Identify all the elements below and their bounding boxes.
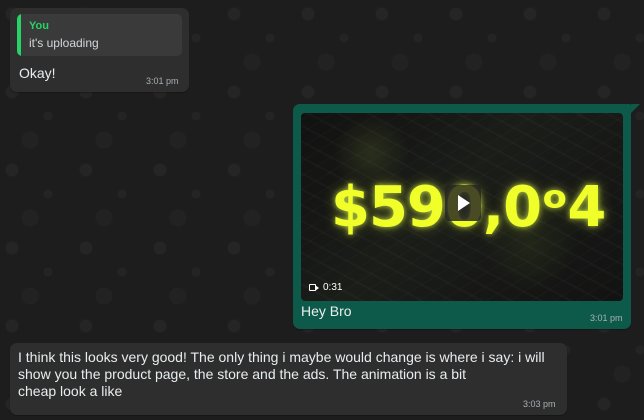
quote-accent-bar [17,14,21,56]
play-button[interactable] [445,185,481,221]
message-bubble-reply[interactable]: You it's uploading Okay! 3:01 pm [10,8,189,92]
video-camera-icon [309,283,319,292]
video-thumbnail[interactable]: $590,0ᵒ4 0:31 [301,113,623,301]
message-line: show you the product page, the store and… [18,366,467,382]
quoted-text: it's uploading [29,36,99,50]
message-text: I think this looks very good! The only t… [18,349,558,400]
play-icon [458,195,470,211]
video-duration: 0:31 [323,282,343,293]
message-time: 3:01 pm [146,76,179,86]
message-text: Okay! [19,65,56,81]
outgoing-bubble-tail [631,104,640,113]
message-time: 3:01 pm [590,313,623,323]
message-bubble-video[interactable]: $590,0ᵒ4 0:31 Hey Bro 3:01 pm [293,104,631,329]
message-line: I think this looks very good! The only t… [18,349,545,365]
message-line: cheap look a like [18,383,123,399]
video-meta: 0:31 [309,282,342,293]
quoted-message[interactable]: You it's uploading [17,14,182,56]
message-bubble-long[interactable]: I think this looks very good! The only t… [10,343,567,415]
message-time: 3:03 pm [523,399,556,409]
quoted-author: You [29,20,49,32]
message-caption: Hey Bro [301,303,352,319]
